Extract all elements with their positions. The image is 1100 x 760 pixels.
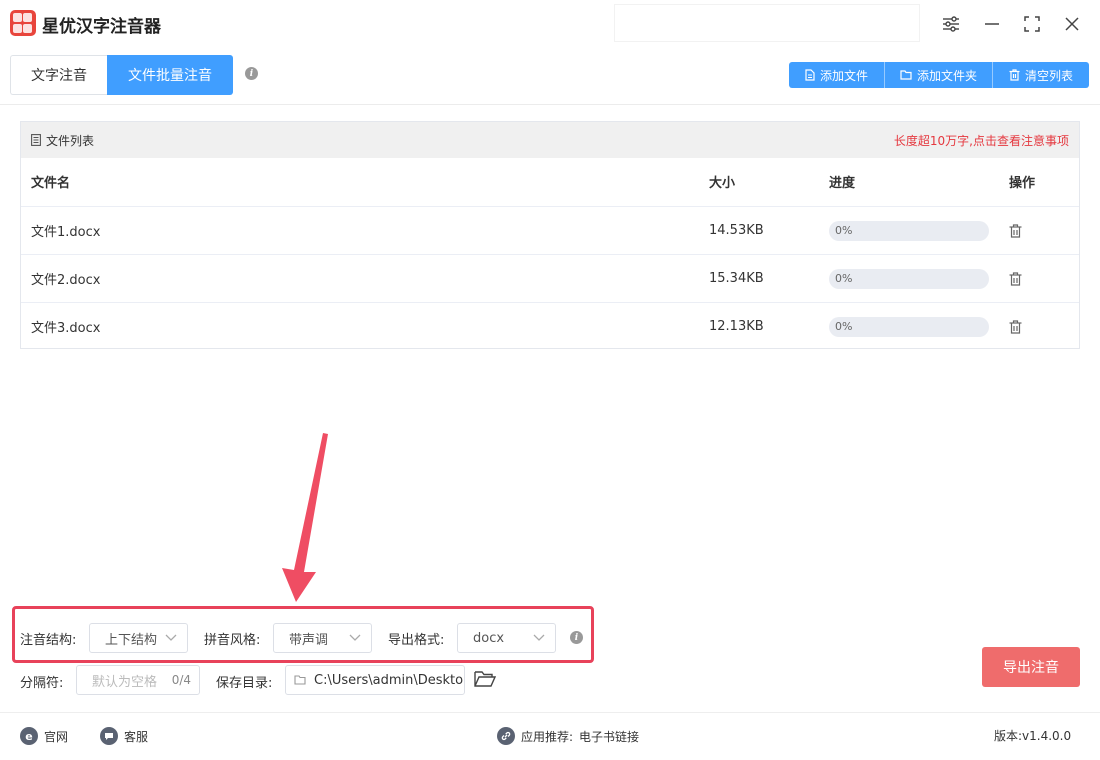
progress-bar: 0% (829, 220, 989, 241)
file-icon (805, 69, 815, 81)
customer-service-link[interactable]: 客服 (100, 727, 148, 745)
structure-select[interactable]: 上下结构 (89, 623, 188, 653)
add-file-label: 添加文件 (819, 68, 868, 83)
export-format-label: 导出格式: (388, 633, 445, 648)
app-title: 星优汉字注音器 (42, 17, 161, 37)
file-name: 文件2.docx (31, 273, 101, 288)
delete-icon[interactable] (1009, 271, 1022, 286)
website-label: 官网 (44, 729, 69, 744)
delete-icon[interactable] (1009, 223, 1022, 238)
pinyin-style-value: 带声调 (289, 632, 329, 648)
file-size: 12.13KB (709, 319, 764, 334)
save-dir-path: C:\Users\admin\Deskto (314, 672, 464, 688)
progress-bar: 0% (829, 268, 989, 289)
app-recommend: 应用推荐: 电子书链接 (497, 727, 639, 745)
export-button[interactable]: 导出注音 (982, 647, 1080, 687)
title-blank-area (614, 4, 920, 42)
maximize-icon[interactable] (1020, 12, 1044, 36)
progress-cell: 0% (829, 255, 989, 302)
progress-text: 0% (835, 319, 853, 333)
annotation-arrow (282, 433, 328, 602)
save-dir-input[interactable]: C:\Users\admin\Deskto (285, 665, 465, 695)
chevron-down-icon (165, 634, 177, 641)
tab-text-annotation[interactable]: 文字注音 (10, 55, 107, 95)
progress-cell: 0% (829, 207, 989, 254)
link-icon (497, 727, 515, 745)
minimize-icon[interactable] (980, 12, 1004, 36)
customer-service-label: 客服 (124, 729, 149, 744)
structure-label: 注音结构: (20, 633, 77, 648)
export-format-select[interactable]: docx (457, 623, 556, 653)
footer: e 官网 客服 应用推荐: 电子书链接 版本:v1.4.0.0 (0, 712, 1100, 760)
column-header-name: 文件名 (31, 176, 71, 191)
operation-cell (1009, 255, 1022, 302)
table-row: 文件2.docx 15.34KB 0% (21, 254, 1079, 302)
progress-text: 0% (835, 223, 853, 237)
length-notice-link[interactable]: 长度超10万字,点击查看注意事项 (894, 132, 1069, 149)
table-row: 文件3.docx 12.13KB 0% (21, 302, 1079, 350)
progress-text: 0% (835, 271, 853, 285)
table-row: 文件1.docx 14.53KB 0% (21, 206, 1079, 254)
file-list-panel: 文件列表 长度超10万字,点击查看注意事项 文件名 大小 进度 操作 文件1.d… (20, 121, 1080, 349)
open-folder-icon[interactable] (474, 670, 497, 692)
file-size: 14.53KB (709, 223, 764, 238)
file-name: 文件1.docx (31, 225, 101, 240)
progress-bar: 0% (829, 316, 989, 337)
file-list-title-text: 文件列表 (46, 133, 95, 148)
export-format-value: docx (473, 630, 505, 646)
info-icon[interactable]: i (245, 67, 258, 80)
chat-icon (100, 727, 118, 745)
browser-icon: e (20, 727, 38, 745)
operation-cell (1009, 303, 1022, 350)
list-icon (31, 134, 41, 146)
version-text: 版本:v1.4.0.0 (994, 729, 1072, 743)
chevron-down-icon (533, 634, 545, 641)
header-divider (0, 104, 1100, 105)
file-action-group: 添加文件 添加文件夹 清空列表 (789, 62, 1089, 88)
file-name: 文件3.docx (31, 321, 101, 336)
settings-sliders-icon[interactable] (939, 12, 963, 36)
ebook-link[interactable]: 电子书链接 (579, 728, 639, 745)
delete-icon[interactable] (1009, 319, 1022, 334)
separator-label: 分隔符: (20, 676, 64, 691)
add-folder-label: 添加文件夹 (916, 68, 977, 83)
pinyin-style-label: 拼音风格: (204, 633, 261, 648)
file-size: 15.34KB (709, 271, 764, 286)
app-logo (10, 10, 36, 36)
column-header-progress: 进度 (829, 176, 856, 191)
mode-tabs: 文字注音 文件批量注音 (10, 55, 233, 95)
structure-value: 上下结构 (105, 632, 158, 648)
separator-counter: 0/4 (171, 673, 191, 687)
clear-list-button[interactable]: 清空列表 (993, 62, 1089, 88)
info-icon[interactable]: i (570, 631, 583, 644)
tab-batch-file-annotation[interactable]: 文件批量注音 (107, 55, 233, 95)
chevron-down-icon (349, 634, 361, 641)
title-bar: 星优汉字注音器 (0, 0, 1100, 48)
recommend-label: 应用推荐: (521, 729, 574, 744)
column-header-operation: 操作 (1009, 176, 1036, 191)
trash-icon (1009, 69, 1020, 81)
separator-input[interactable]: 默认为空格 0/4 (76, 665, 200, 695)
separator-placeholder: 默认为空格 (92, 674, 158, 690)
folder-icon (294, 675, 306, 685)
clear-list-label: 清空列表 (1024, 68, 1073, 83)
add-file-button[interactable]: 添加文件 (789, 62, 885, 88)
table-header-row: 文件名 大小 进度 操作 (21, 158, 1079, 206)
close-icon[interactable] (1060, 12, 1084, 36)
folder-icon (900, 70, 912, 80)
file-list-header: 文件列表 长度超10万字,点击查看注意事项 (21, 122, 1079, 158)
website-link[interactable]: e 官网 (20, 727, 68, 745)
add-folder-button[interactable]: 添加文件夹 (885, 62, 993, 88)
save-dir-label: 保存目录: (216, 676, 273, 691)
column-header-size: 大小 (709, 176, 736, 191)
pinyin-style-select[interactable]: 带声调 (273, 623, 372, 653)
operation-cell (1009, 207, 1022, 254)
progress-cell: 0% (829, 303, 989, 350)
file-list-title: 文件列表 (31, 132, 94, 149)
